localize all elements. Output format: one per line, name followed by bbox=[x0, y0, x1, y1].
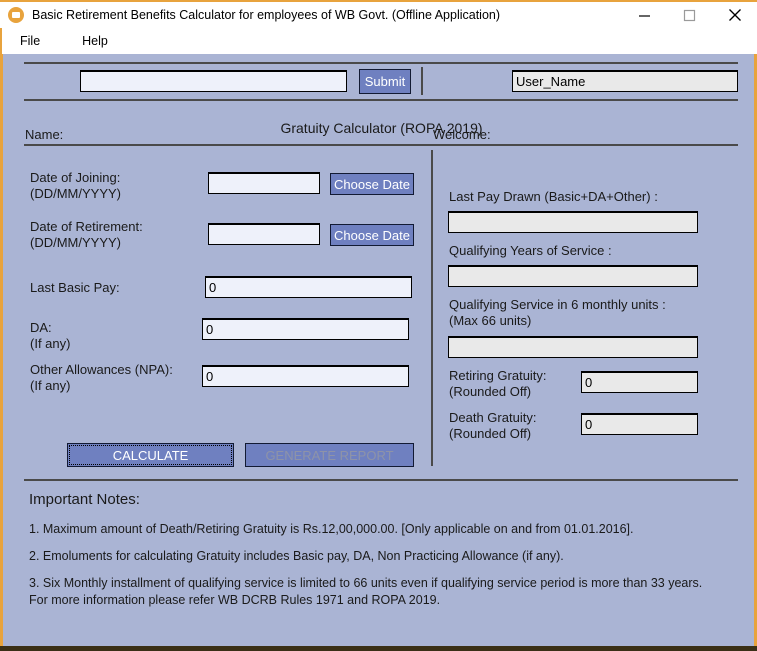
menu-item-help[interactable]: Help bbox=[72, 31, 118, 51]
client-area: Name: Submit Welcome: Gratuity Calculato… bbox=[0, 54, 757, 649]
app-window-icon bbox=[8, 7, 24, 23]
minimize-icon[interactable] bbox=[622, 2, 667, 29]
note-item-1: 1. Maximum amount of Death/Retiring Grat… bbox=[29, 522, 634, 536]
user-bar-separator bbox=[421, 67, 423, 95]
retiring-gratuity-label: Retiring Gratuity: (Rounded Off) bbox=[449, 368, 547, 399]
notes-title: Important Notes: bbox=[29, 491, 140, 508]
death-gratuity-label: Death Gratuity: (Rounded Off) bbox=[449, 410, 537, 441]
death-gratuity-field bbox=[581, 413, 698, 435]
last-basic-pay-label: Last Basic Pay: bbox=[30, 280, 120, 295]
section-title: Gratuity Calculator (ROPA 2019) bbox=[280, 120, 483, 136]
generate-report-button[interactable]: GENERATE REPORT bbox=[245, 443, 414, 467]
da-label: DA: (If any) bbox=[30, 320, 71, 351]
other-allowances-input[interactable] bbox=[202, 365, 409, 387]
section-title-divider bbox=[24, 144, 738, 146]
menu-bar: File Help bbox=[0, 28, 757, 54]
retiring-gratuity-field bbox=[581, 371, 698, 393]
close-icon[interactable] bbox=[712, 2, 757, 29]
other-allowances-label: Other Allowances (NPA): (If any) bbox=[30, 362, 173, 393]
last-pay-drawn-label: Last Pay Drawn (Basic+DA+Other) : bbox=[449, 189, 658, 204]
menu-item-file[interactable]: File bbox=[10, 31, 50, 51]
maximize-icon[interactable] bbox=[667, 2, 712, 29]
last-basic-pay-input[interactable] bbox=[205, 276, 412, 298]
column-separator bbox=[431, 150, 433, 466]
last-pay-drawn-field bbox=[448, 211, 698, 233]
qualifying-units-field bbox=[448, 336, 698, 358]
submit-button[interactable]: Submit bbox=[359, 69, 411, 94]
application-window: Basic Retirement Benefits Calculator for… bbox=[0, 0, 757, 651]
note-item-3: 3. Six Monthly installment of qualifying… bbox=[29, 576, 703, 607]
window-title: Basic Retirement Benefits Calculator for… bbox=[32, 8, 501, 22]
welcome-name-field bbox=[512, 70, 738, 92]
qualifying-years-field bbox=[448, 265, 698, 287]
date-of-retirement-input[interactable] bbox=[208, 223, 320, 245]
qualifying-units-label: Qualifying Service in 6 monthly units : … bbox=[449, 297, 666, 328]
choose-date-retirement-button[interactable]: Choose Date bbox=[330, 224, 414, 246]
date-of-retirement-label: Date of Retirement: (DD/MM/YYYY) bbox=[30, 219, 143, 250]
da-input[interactable] bbox=[202, 318, 409, 340]
date-of-joining-label: Date of Joining: (DD/MM/YYYY) bbox=[30, 170, 121, 201]
title-bar: Basic Retirement Benefits Calculator for… bbox=[0, 0, 757, 28]
bottom-edge-strip bbox=[0, 646, 757, 651]
user-bar-bottom-divider bbox=[24, 99, 738, 101]
note-item-2: 2. Emoluments for calculating Gratuity i… bbox=[29, 549, 564, 563]
name-input[interactable] bbox=[80, 70, 347, 92]
user-bar-top-divider bbox=[24, 62, 738, 64]
choose-date-joining-button[interactable]: Choose Date bbox=[330, 173, 414, 195]
date-of-joining-input[interactable] bbox=[208, 172, 320, 194]
notes-top-divider bbox=[24, 479, 738, 481]
calculate-button[interactable]: CALCULATE bbox=[67, 443, 234, 467]
qualifying-years-label: Qualifying Years of Service : bbox=[449, 243, 612, 258]
